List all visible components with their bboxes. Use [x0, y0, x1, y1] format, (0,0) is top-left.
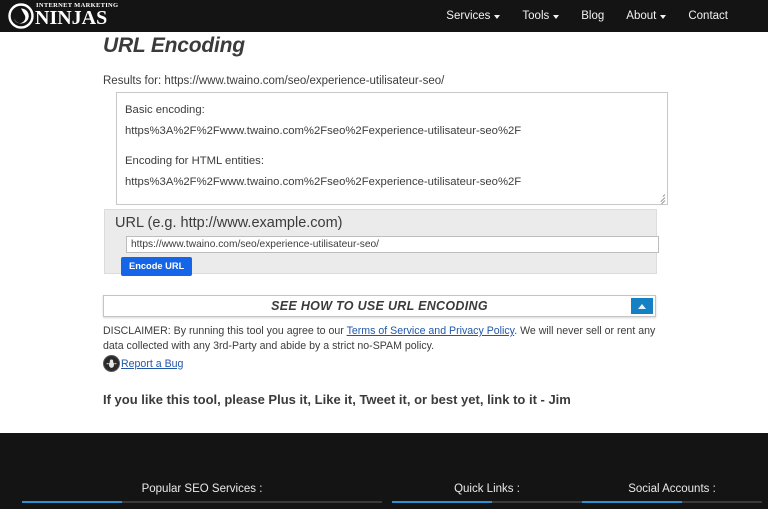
- url-input-panel: URL (e.g. http://www.example.com) Encode…: [104, 209, 659, 276]
- nav-item-tools[interactable]: Tools: [522, 10, 560, 22]
- main-content: URL Encoding Results for: https://www.tw…: [0, 32, 768, 432]
- nav-label-blog: Blog: [581, 10, 605, 22]
- chevron-down-icon: [660, 15, 667, 19]
- url-input[interactable]: [126, 235, 659, 253]
- chevron-down-icon: [494, 15, 501, 19]
- see-how-to-use-label: SEE HOW TO USE URL ENCODING: [271, 299, 488, 313]
- footer-divider: [22, 501, 382, 503]
- html-entities-label: Encoding for HTML entities:: [125, 154, 264, 167]
- resize-handle[interactable]: [656, 193, 666, 204]
- nav-label-services: Services: [446, 10, 491, 22]
- logo-name: NINJAS: [35, 7, 108, 30]
- terms-privacy-link[interactable]: Terms of Service and Privacy Policy: [347, 325, 515, 337]
- tool-promotion-note: If you like this tool, please Plus it, L…: [103, 392, 571, 407]
- basic-encoding-value: https%3A%2F%2Fwww.twaino.com%2Fseo%2Fexp…: [125, 124, 522, 137]
- footer-column-social-accounts: Social Accounts :: [582, 483, 762, 503]
- footer-divider: [582, 501, 762, 503]
- footer-column-title: Popular SEO Services :: [141, 483, 263, 495]
- footer-column-popular-seo-services: Popular SEO Services :: [22, 483, 382, 503]
- report-bug-link[interactable]: Report a Bug: [121, 358, 183, 370]
- html-entities-value: https%3A%2F%2Fwww.twaino.com%2Fseo%2Fexp…: [125, 175, 522, 188]
- footer-divider: [392, 501, 582, 503]
- page-title: URL Encoding: [103, 34, 245, 57]
- footer-columns: Popular SEO Services : Quick Links : Soc…: [0, 483, 768, 503]
- site-logo[interactable]: INTERNET MARKETING NINJAS: [0, 0, 118, 32]
- main-navigation: Services Tools Blog About Contact: [446, 0, 768, 32]
- ninja-swirl-icon: [8, 3, 34, 29]
- chevron-down-icon: [553, 15, 560, 19]
- report-bug-row[interactable]: Report a Bug: [103, 355, 183, 372]
- footer-column-quick-links: Quick Links :: [392, 483, 582, 503]
- nav-item-services[interactable]: Services: [446, 10, 501, 22]
- nav-item-contact[interactable]: Contact: [688, 10, 728, 22]
- footer-column-title: Social Accounts :: [628, 483, 716, 495]
- results-for-label: Results for: https://www.twaino.com/seo/…: [103, 75, 445, 87]
- disclaimer-part-1: DISCLAIMER: By running this tool you agr…: [103, 325, 347, 337]
- chevron-up-icon[interactable]: [631, 298, 653, 314]
- logo-wordmark: INTERNET MARKETING NINJAS: [35, 2, 118, 30]
- nav-label-contact: Contact: [688, 10, 728, 22]
- encode-url-button[interactable]: Encode URL: [121, 256, 193, 276]
- url-field-label: URL (e.g. http://www.example.com): [115, 215, 343, 231]
- nav-label-tools: Tools: [522, 10, 550, 22]
- disclaimer-text: DISCLAIMER: By running this tool you agr…: [103, 324, 668, 355]
- see-how-to-use-bar[interactable]: SEE HOW TO USE URL ENCODING: [103, 295, 656, 317]
- encoded-results-textarea[interactable]: Basic encoding: https%3A%2F%2Fwww.twaino…: [116, 92, 668, 205]
- site-header: INTERNET MARKETING NINJAS Services Tools…: [0, 0, 768, 32]
- bug-icon: [103, 355, 120, 372]
- footer-column-title: Quick Links :: [454, 483, 520, 495]
- site-footer: Popular SEO Services : Quick Links : Soc…: [0, 433, 768, 509]
- nav-item-blog[interactable]: Blog: [581, 10, 604, 22]
- basic-encoding-label: Basic encoding:: [125, 104, 205, 116]
- nav-item-about[interactable]: About: [626, 10, 667, 22]
- nav-label-about: About: [626, 10, 657, 22]
